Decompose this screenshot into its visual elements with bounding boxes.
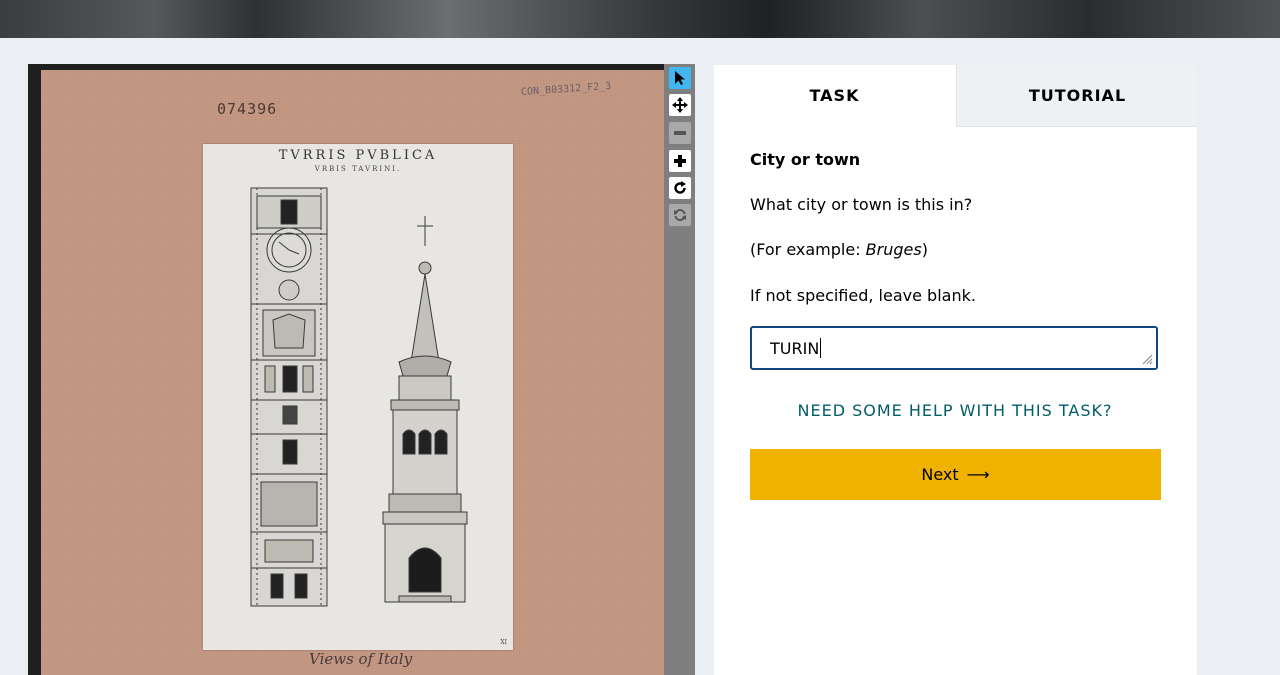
next-label: Next [921, 465, 959, 484]
city-answer-input[interactable]: TURIN [750, 326, 1158, 370]
header-banner [0, 0, 1280, 38]
task-panel: TASK TUTORIAL City or town What city or … [714, 65, 1198, 675]
move-arrows-icon [672, 97, 688, 113]
subject-viewer[interactable]: 074396 CON_B03312_F2_3 TVRRIS PVBLICA VR… [28, 64, 664, 675]
accession-number: 074396 [217, 100, 278, 118]
help-link[interactable]: NEED SOME HELP WITH THIS TASK? [750, 401, 1160, 420]
task-heading: City or town [750, 150, 861, 169]
rotate-icon [674, 181, 686, 194]
print-image: TVRRIS PVBLICA VRBIS TAVRINI. XI [203, 144, 513, 650]
plus-icon [674, 155, 686, 167]
zoom-out-tool-button[interactable] [669, 122, 691, 144]
example-value: Bruges [865, 240, 922, 259]
task-example: (For example: Bruges) [750, 240, 928, 259]
next-button[interactable]: Next ⟶ [750, 449, 1161, 500]
minus-icon [674, 131, 686, 135]
zoom-in-tool-button[interactable] [669, 150, 691, 172]
refresh-icon [674, 209, 686, 221]
handwritten-note: Views of Italy [309, 650, 413, 668]
rotate-tool-button[interactable] [669, 177, 691, 199]
resize-grip-icon[interactable] [1141, 353, 1153, 365]
example-suffix: ) [921, 240, 928, 259]
answer-text: TURIN [770, 338, 820, 358]
mount-card: 074396 CON_B03312_F2_3 TVRRIS PVBLICA VR… [41, 70, 664, 675]
cursor-arrow-icon [675, 71, 685, 85]
task-question: What city or town is this in? [750, 195, 973, 214]
arrow-right-icon: ⟶ [966, 465, 990, 484]
image-toolbar [664, 64, 695, 675]
move-tool-button[interactable] [669, 94, 691, 116]
tab-task[interactable]: TASK [714, 65, 955, 126]
tower-engraving [250, 187, 468, 607]
tab-tutorial[interactable]: TUTORIAL [956, 65, 1198, 127]
annotate-tool-button[interactable] [669, 67, 691, 89]
task-instruction: If not specified, leave blank. [750, 286, 976, 305]
text-caret [820, 338, 822, 358]
shelfmark-label: CON_B03312_F2_3 [520, 80, 612, 99]
example-prefix: (For example: [750, 240, 866, 259]
reset-tool-button[interactable] [669, 204, 691, 226]
plate-number: XI [500, 639, 507, 646]
